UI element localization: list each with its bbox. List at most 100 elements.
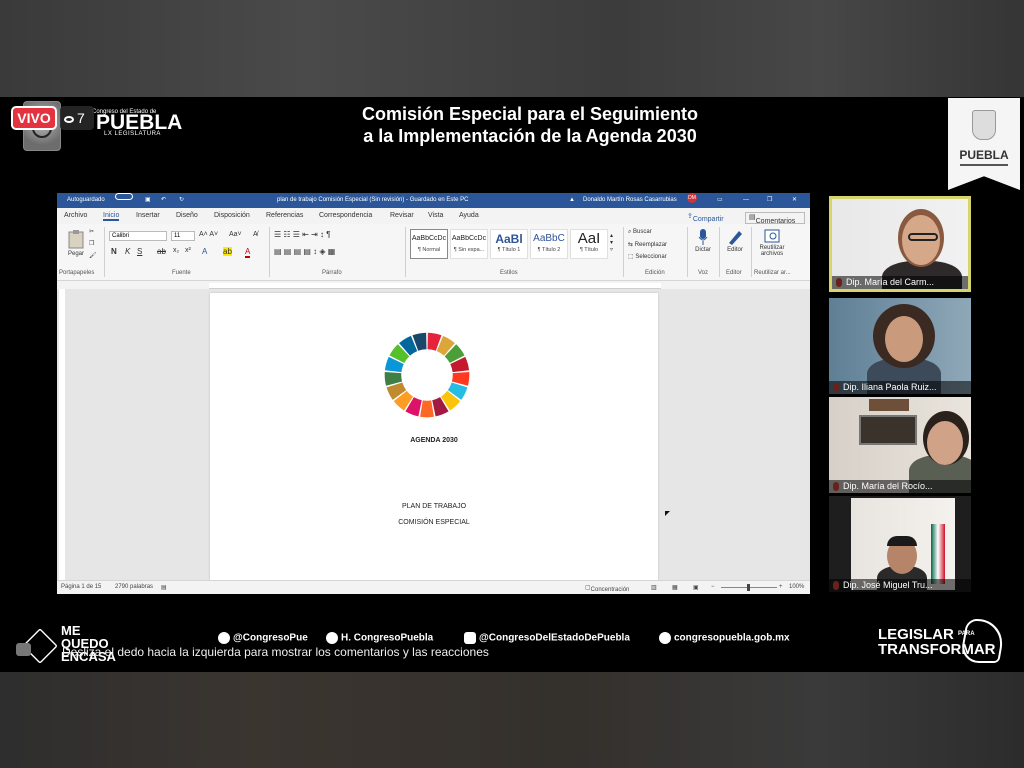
mouse-cursor-icon [665, 511, 670, 516]
tab-disposicion[interactable]: Disposición [214, 212, 250, 219]
facebook-handle[interactable]: H. CongresoPuebla [326, 632, 433, 644]
tab-vista[interactable]: Vista [428, 212, 443, 219]
zoom-slider-thumb[interactable] [747, 584, 750, 591]
word-count[interactable]: 2790 palabras [115, 584, 153, 590]
vertical-ruler[interactable] [59, 289, 65, 580]
bold-button[interactable]: N [111, 247, 117, 256]
participant-tile-1[interactable]: Dip. María del Carm... [829, 196, 971, 292]
style-no-spacing[interactable]: AaBbCcDc ¶ Sin espa... [450, 229, 488, 259]
instagram-handle[interactable]: @CongresoDelEstadoDePuebla [464, 632, 630, 644]
zoom-out-icon[interactable]: − [711, 584, 715, 590]
reuse-files-button[interactable]: Reutilizar archivos [755, 229, 789, 257]
blurred-background-bottom [0, 672, 1024, 768]
copy-icon[interactable]: ❐ [89, 240, 94, 247]
document-page[interactable]: AGENDA 2030 PLAN DE TRABAJO COMISIÓN ESP… [210, 293, 658, 580]
viewer-count[interactable]: 7 [60, 106, 94, 130]
clear-format-icon[interactable]: A̸ [253, 231, 258, 238]
zoom-level[interactable]: 100% [789, 584, 804, 590]
user-avatar[interactable]: DM [687, 193, 697, 203]
read-mode-icon[interactable]: ▥ [651, 584, 657, 591]
paste-button[interactable]: Pegar [63, 229, 89, 257]
ribbon-display-icon[interactable]: ▭ [717, 193, 723, 208]
group-styles: Estilos [500, 270, 518, 276]
comments-button[interactable]: ▤ Comentarios [745, 212, 805, 225]
document-title: plan de trabajo Comisión Especial (Sin r… [277, 197, 469, 203]
find-button[interactable]: ⌕ Buscar [628, 229, 652, 236]
page-count[interactable]: Página 1 de 15 [61, 584, 101, 590]
font-name-select[interactable]: Calibri [109, 231, 167, 241]
stream-screen: Congreso del Estado de PUEBLA LX LEGISLA… [0, 0, 1024, 768]
font-size-select[interactable]: 11 [171, 231, 195, 241]
italic-button[interactable]: K [125, 247, 130, 256]
shared-word-window: Autoguardado ▣ ↶ ↻ plan de trabajo Comis… [57, 193, 810, 594]
share-button[interactable]: ⇪ Compartir [687, 212, 724, 223]
superscript-button[interactable]: x² [185, 247, 191, 254]
save-icon[interactable]: ▣ [145, 193, 151, 208]
align-icons[interactable]: ▤ ▤ ▤ ▤ ↕ ◈ ▦ [274, 247, 335, 256]
minimize-icon[interactable]: — [743, 193, 749, 208]
blurred-background-top [0, 0, 1024, 97]
font-color-icon[interactable]: A [245, 247, 251, 258]
format-painter-icon[interactable]: 🖌 [89, 252, 97, 259]
tab-inicio[interactable]: Inicio [103, 212, 120, 221]
tab-archivo[interactable]: Archivo [64, 212, 87, 219]
participant-name: Dip. María del Carm... [832, 276, 968, 289]
replace-button[interactable]: ⇆ Reemplazar [628, 241, 667, 248]
autosave-label: Autoguardado [67, 197, 105, 203]
restore-icon[interactable]: ❐ [767, 193, 772, 208]
group-voice: Voz [698, 270, 709, 276]
broadcast-title: Comisión Especial para el Seguimiento a … [361, 104, 699, 146]
print-layout-icon[interactable]: ▦ [672, 584, 678, 591]
tab-insertar[interactable]: Insertar [136, 212, 160, 219]
text-effects-icon[interactable]: A [202, 247, 207, 256]
dictate-button[interactable]: Dictar [691, 229, 715, 253]
strikethrough-button[interactable]: ab [157, 247, 166, 256]
autosave-toggle[interactable] [115, 193, 133, 200]
participant-tile-4[interactable]: Dip. José Miguel Tru... [829, 496, 971, 592]
twitter-icon [218, 632, 230, 644]
participant-tile-3[interactable]: Dip. María del Rocío... [829, 397, 971, 493]
underline-button[interactable]: S [137, 247, 142, 256]
zoom-in-icon[interactable]: + [779, 584, 783, 590]
style-heading1[interactable]: AaBl ¶ Título 1 [490, 229, 528, 259]
participant-tile-2[interactable]: Dip. Iliana Paola Ruiz... [829, 298, 971, 394]
tab-correspondencia[interactable]: Correspondencia [319, 212, 372, 219]
tab-revisar[interactable]: Revisar [390, 212, 414, 219]
subscript-button[interactable]: x₂ [173, 247, 179, 254]
plan-heading: PLAN DE TRABAJO [401, 503, 467, 510]
select-button[interactable]: ⬚ Seleccionar [628, 253, 667, 260]
tab-referencias[interactable]: Referencias [266, 212, 303, 219]
tab-diseno[interactable]: Diseño [176, 212, 198, 219]
group-paragraph: Párrafo [322, 270, 342, 276]
editor-button[interactable]: Editor [723, 229, 747, 253]
website-link[interactable]: congresopuebla.gob.mx [659, 632, 790, 644]
participant-name: Dip. María del Rocío... [829, 480, 971, 493]
style-normal[interactable]: AaBbCcDc ¶ Normal [410, 229, 448, 259]
style-heading2[interactable]: AaBbC ¶ Título 2 [530, 229, 568, 259]
styles-more-icon[interactable]: ▴ ▾ ▿ [610, 232, 613, 253]
web-layout-icon[interactable]: ▣ [693, 584, 699, 591]
cut-icon[interactable]: ✂ [89, 228, 94, 235]
warning-icon: ▲ [569, 197, 575, 203]
style-title[interactable]: AaI ¶ Título [570, 229, 608, 259]
group-editing: Edición [645, 270, 665, 276]
commission-heading: COMISIÓN ESPECIAL [398, 519, 470, 526]
tab-ayuda[interactable]: Ayuda [459, 212, 479, 219]
broadcast-frame: Congreso del Estado de PUEBLA LX LEGISLA… [0, 97, 1024, 672]
bullets-icon[interactable]: ☰ ☷ ☰ ⇤ ⇥ ↕ ¶ [274, 230, 331, 239]
undo-icon[interactable]: ↶ [161, 193, 166, 208]
highlight-icon[interactable]: ab [223, 247, 232, 256]
clipboard-icon [68, 230, 84, 249]
grow-font-icon[interactable]: A˄ A˅ [199, 231, 218, 238]
proofing-icon[interactable]: ▤ [161, 584, 167, 591]
redo-icon[interactable]: ↻ [179, 193, 184, 208]
crest-icon [972, 110, 996, 140]
change-case-icon[interactable]: Aa˅ [229, 231, 242, 238]
user-name: Donaldo Martín Rosas Casarrubias [583, 197, 677, 203]
word-statusbar: Página 1 de 15 2790 palabras ▤ ▢ Concent… [57, 580, 810, 594]
twitter-handle[interactable]: @CongresoPue [218, 632, 308, 644]
close-icon[interactable]: ✕ [792, 193, 797, 208]
focus-button[interactable]: ▢ Concentración [585, 584, 629, 593]
group-clipboard: Portapapeles [59, 270, 95, 276]
chat-bubble-icon[interactable] [16, 643, 31, 656]
